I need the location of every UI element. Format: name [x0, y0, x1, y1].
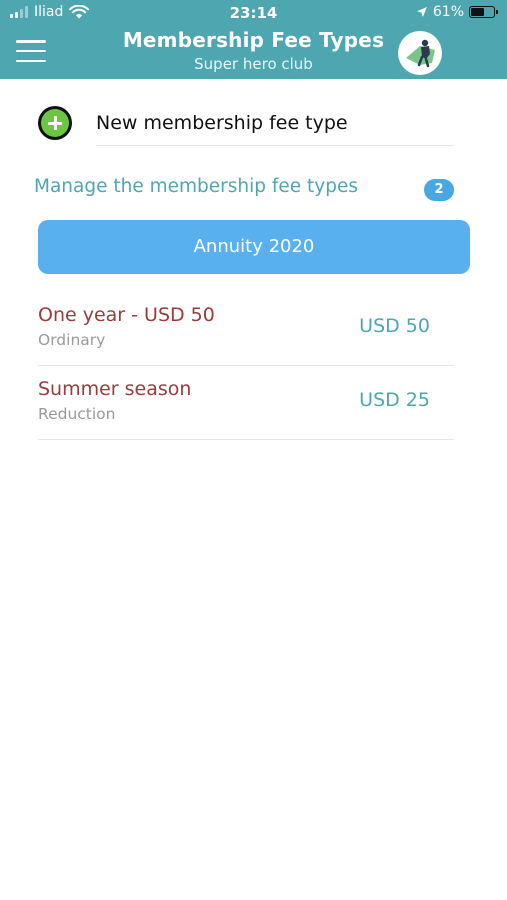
new-fee-type-button[interactable]: New membership fee type	[38, 100, 454, 146]
avatar[interactable]	[398, 31, 442, 75]
location-arrow-icon	[416, 7, 427, 17]
battery-icon	[469, 6, 498, 18]
superhero-avatar-icon	[406, 39, 435, 68]
app-header: Iliad 23:14 61% Membership Fee Types Sup…	[0, 0, 507, 79]
fee-type-name: Summer season	[38, 378, 192, 400]
status-right: 61%	[416, 4, 498, 20]
battery-level	[471, 8, 485, 16]
fee-type-name: One year - USD 50	[38, 304, 215, 326]
fee-type-category: Reduction	[38, 405, 116, 423]
divider	[96, 145, 454, 146]
fee-type-item[interactable]: One year - USD 50 Ordinary USD 50	[38, 292, 454, 366]
battery-percent: 61%	[432, 4, 464, 20]
manage-fee-types-header: Manage the membership fee types 2	[34, 176, 454, 204]
status-bar: Iliad 23:14 61%	[0, 0, 507, 28]
season-button[interactable]: Annuity 2020	[38, 220, 470, 274]
count-badge: 2	[424, 179, 454, 201]
manage-fee-types-label: Manage the membership fee types	[34, 176, 359, 197]
fee-type-amount: USD 50	[359, 315, 430, 337]
new-fee-type-label: New membership fee type	[96, 112, 348, 134]
fee-type-category: Ordinary	[38, 331, 106, 349]
fee-type-item[interactable]: Summer season Reduction USD 25	[38, 366, 454, 440]
fee-type-amount: USD 25	[359, 389, 430, 411]
add-circle-icon	[38, 106, 72, 140]
fee-type-list: One year - USD 50 Ordinary USD 50 Summer…	[38, 292, 454, 440]
